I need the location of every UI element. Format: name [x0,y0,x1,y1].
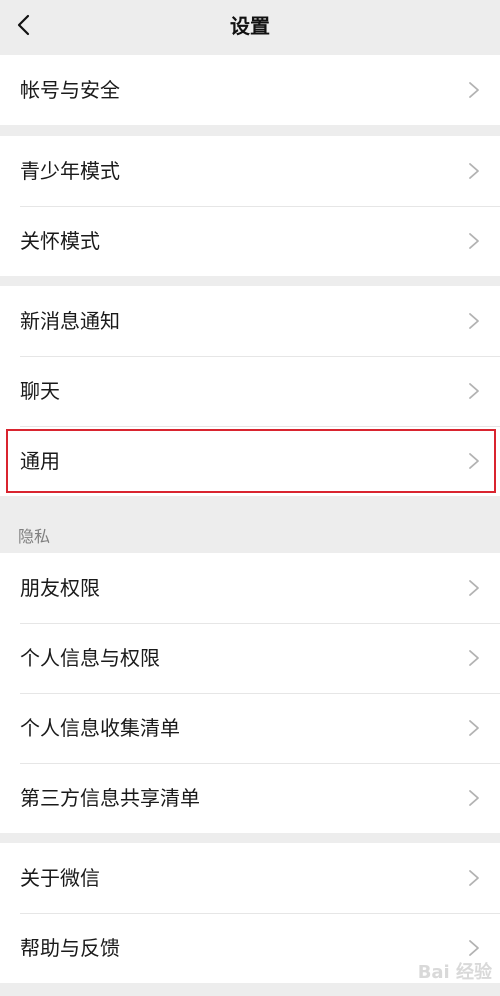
settings-item-general[interactable]: 通用 [0,426,500,496]
settings-item-chat[interactable]: 聊天 [0,356,500,426]
settings-item-teen-mode[interactable]: 青少年模式 [0,136,500,206]
settings-item-care-mode[interactable]: 关怀模式 [0,206,500,276]
settings-group-account: 帐号与安全 [0,55,500,125]
settings-item-label: 新消息通知 [20,309,120,333]
settings-item-label: 朋友权限 [20,576,100,600]
settings-item-label: 帐号与安全 [20,78,120,102]
chevron-right-icon [469,940,479,956]
settings-item-personal-info-permissions[interactable]: 个人信息与权限 [0,623,500,693]
chevron-right-icon [469,163,479,179]
watermark: Bai 经验 [418,958,492,984]
chevron-right-icon [469,720,479,736]
top-bar: 设置 [0,0,500,54]
settings-item-third-party-sharing[interactable]: 第三方信息共享清单 [0,763,500,833]
settings-item-label: 个人信息与权限 [20,646,160,670]
chevron-right-icon [469,870,479,886]
chevron-right-icon [469,790,479,806]
settings-item-label: 关怀模式 [20,229,100,253]
settings-group-privacy: 朋友权限 个人信息与权限 个人信息收集清单 第三方信息共享清单 [0,553,500,833]
chevron-right-icon [469,233,479,249]
settings-item-about-wechat[interactable]: 关于微信 [0,843,500,913]
settings-item-label: 青少年模式 [20,159,120,183]
settings-item-label: 帮助与反馈 [20,936,120,960]
chevron-right-icon [469,650,479,666]
section-header-privacy: 隐私 [18,527,51,546]
settings-item-friend-permissions[interactable]: 朋友权限 [0,553,500,623]
chevron-right-icon [469,580,479,596]
settings-item-label: 聊天 [20,379,60,403]
chevron-right-icon [469,313,479,329]
settings-item-label: 个人信息收集清单 [20,716,180,740]
settings-item-label: 第三方信息共享清单 [20,786,200,810]
watermark-text: Bai 经验 [417,962,492,983]
chevron-right-icon [469,383,479,399]
chevron-right-icon [469,82,479,98]
settings-group-modes: 青少年模式 关怀模式 [0,136,500,276]
settings-item-notifications[interactable]: 新消息通知 [0,286,500,356]
settings-item-account-security[interactable]: 帐号与安全 [0,55,500,125]
page-title: 设置 [230,14,270,38]
settings-item-personal-info-list[interactable]: 个人信息收集清单 [0,693,500,763]
settings-item-label: 关于微信 [20,866,100,890]
chevron-right-icon [469,453,479,469]
settings-group-messages: 新消息通知 聊天 通用 [0,286,500,496]
settings-item-label: 通用 [20,449,60,473]
